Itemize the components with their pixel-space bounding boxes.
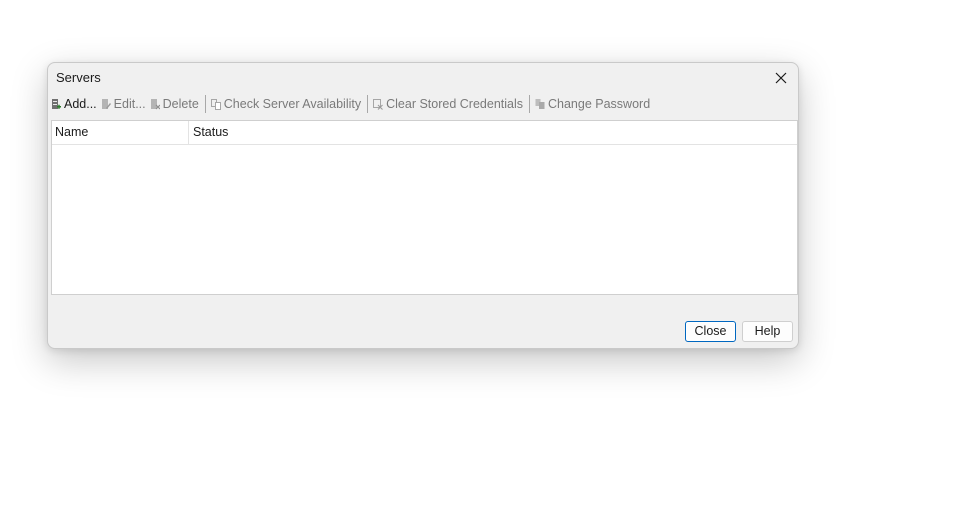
check-server-availability-label: Check Server Availability	[223, 97, 362, 111]
clear-credentials-icon	[373, 98, 384, 110]
close-icon[interactable]	[770, 67, 792, 89]
help-button[interactable]: Help	[742, 321, 793, 342]
change-password-button[interactable]: Change Password	[534, 94, 653, 114]
toolbar: Add... Edit... Delete Check Server Avail…	[50, 94, 653, 114]
add-button[interactable]: Add...	[50, 94, 100, 114]
change-password-label: Change Password	[548, 97, 651, 111]
servers-list[interactable]: Name Status	[51, 120, 798, 295]
edit-button[interactable]: Edit...	[100, 94, 149, 114]
servers-dialog: Servers Add... Edit... Delete Check Serv…	[47, 62, 799, 349]
column-header-status[interactable]: Status	[189, 121, 797, 144]
check-server-availability-button[interactable]: Check Server Availability	[210, 94, 364, 114]
column-header-name[interactable]: Name	[52, 121, 189, 144]
clear-stored-credentials-button[interactable]: Clear Stored Credentials	[372, 94, 526, 114]
edit-server-icon	[101, 98, 111, 110]
delete-button-label: Delete	[162, 97, 199, 111]
delete-server-icon	[150, 98, 160, 110]
add-button-label: Add...	[64, 97, 97, 111]
edit-button-label: Edit...	[113, 97, 146, 111]
toolbar-separator	[529, 95, 530, 113]
add-server-icon	[51, 98, 61, 110]
delete-button[interactable]: Delete	[149, 94, 202, 114]
change-password-icon	[535, 98, 545, 110]
toolbar-separator	[204, 95, 206, 113]
list-header: Name Status	[52, 121, 797, 145]
close-button[interactable]: Close	[685, 321, 736, 342]
check-availability-icon	[210, 98, 221, 110]
title-bar: Servers	[48, 63, 798, 93]
toolbar-separator	[367, 95, 369, 113]
dialog-title: Servers	[56, 70, 101, 85]
clear-stored-credentials-label: Clear Stored Credentials	[386, 97, 523, 111]
